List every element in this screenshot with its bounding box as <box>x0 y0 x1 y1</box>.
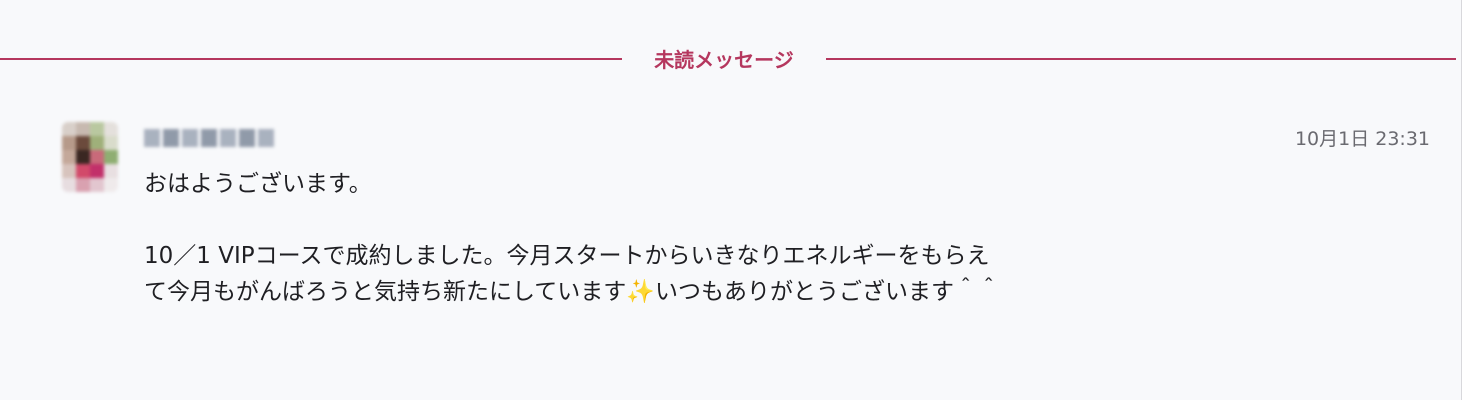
message-paragraph-line: 10／1 VIPコースで成約しました。今月スタートからいきなりエネルギーをもらえ <box>144 243 990 269</box>
divider-line-left <box>0 58 622 60</box>
message-paragraph-greeting: おはようございます。 <box>144 171 372 197</box>
message-pane: 未読メッセージ 10月1日 23:31 おはようございます。 10／1 VIPコ… <box>0 0 1462 400</box>
divider-line-right <box>826 58 1456 60</box>
message-text-segment: いつもありがとうございます＾＾ <box>654 279 1000 305</box>
unread-messages-label: 未読メッセージ <box>654 48 794 72</box>
message-timestamp[interactable]: 10月1日 23:31 <box>1295 124 1430 151</box>
message-body: おはようございます。 10／1 VIPコースで成約しました。今月スタートからいき… <box>144 166 1304 310</box>
message-paragraph-line: て今月もがんばろうと気持ち新たにしています✨いつもありがとうございます＾＾ <box>144 274 1304 310</box>
sparkles-icon: ✨ <box>626 279 655 305</box>
avatar[interactable] <box>62 122 118 192</box>
sender-name-redacted[interactable] <box>144 126 284 150</box>
message-text-segment: て今月もがんばろうと気持ち新たにしています <box>144 279 627 305</box>
unread-divider: 未読メッセージ <box>0 46 1456 74</box>
